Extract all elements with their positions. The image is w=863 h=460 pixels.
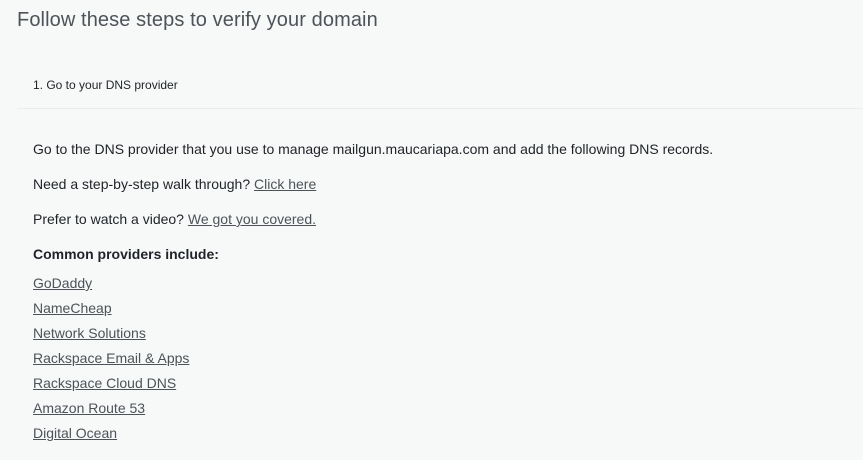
step-header: 1. Go to your DNS provider	[17, 65, 863, 109]
provider-link-godaddy[interactable]: GoDaddy	[33, 275, 92, 291]
provider-item: Digital Ocean	[33, 424, 833, 449]
provider-link-namecheap[interactable]: NameCheap	[33, 300, 112, 316]
providers-heading: Common providers include:	[33, 246, 219, 262]
page-title: Follow these steps to verify your domain	[17, 9, 378, 31]
provider-item: Amazon Route 53	[33, 399, 833, 424]
walkthrough-text: Need a step-by-step walk through?	[33, 176, 255, 192]
provider-link-rackspace-cloud-dns[interactable]: Rackspace Cloud DNS	[33, 375, 176, 391]
provider-link-digital-ocean[interactable]: Digital Ocean	[33, 425, 117, 441]
provider-link-network-solutions[interactable]: Network Solutions	[33, 325, 146, 341]
provider-item: Rackspace Email & Apps	[33, 349, 833, 374]
provider-item: Network Solutions	[33, 324, 833, 349]
step-header-label: 1. Go to your DNS provider	[33, 78, 178, 92]
walkthrough-row: Need a step-by-step walk through? Click …	[33, 175, 833, 210]
provider-link-rackspace-email-apps[interactable]: Rackspace Email & Apps	[33, 350, 189, 366]
providers-list: GoDaddy NameCheap Network Solutions Rack…	[33, 274, 833, 449]
video-text: Prefer to watch a video?	[33, 211, 188, 227]
video-row: Prefer to watch a video? We got you cove…	[33, 210, 833, 245]
step-content: Go to the DNS provider that you use to m…	[33, 140, 833, 449]
intro-text: Go to the DNS provider that you use to m…	[33, 141, 714, 157]
provider-item: Rackspace Cloud DNS	[33, 374, 833, 399]
walkthrough-link[interactable]: Click here	[254, 176, 316, 192]
provider-item: NameCheap	[33, 299, 833, 324]
provider-item: GoDaddy	[33, 274, 833, 299]
video-link[interactable]: We got you covered.	[188, 211, 316, 227]
provider-link-amazon-route-53[interactable]: Amazon Route 53	[33, 400, 145, 416]
